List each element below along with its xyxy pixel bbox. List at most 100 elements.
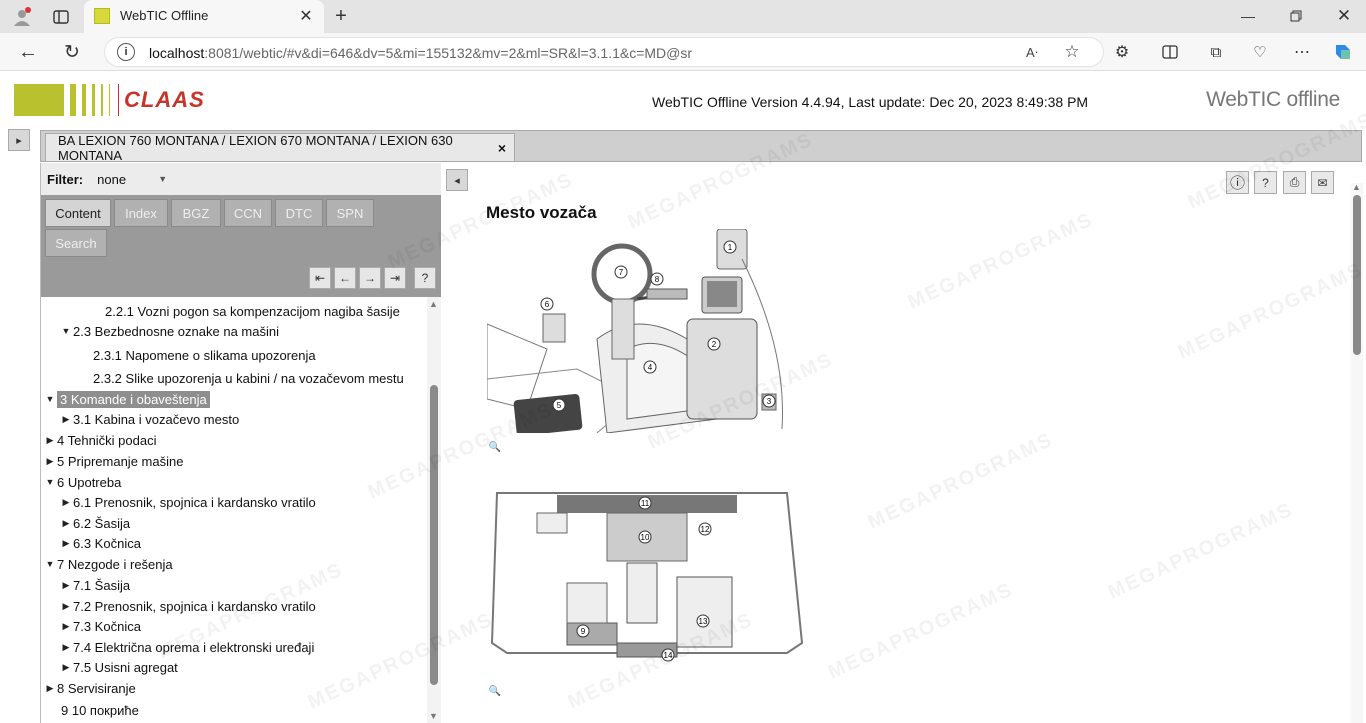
expander-icon[interactable]: ▶: [59, 662, 73, 673]
tree-item[interactable]: ▶ 6.1 Prenosnik, spojnica i kardansko vra…: [59, 492, 316, 512]
extensions-icon[interactable]: ⚙: [1110, 41, 1134, 63]
tree-scroll-thumb[interactable]: [430, 385, 438, 685]
tree-item[interactable]: ▶ 4 Tehnički podaci: [43, 430, 157, 450]
tree-item[interactable]: ▶ 6.3 Kočnica: [59, 533, 141, 553]
expander-icon[interactable]: ▶: [43, 435, 57, 446]
back-icon[interactable]: ←: [16, 41, 40, 63]
help-button[interactable]: ?: [414, 267, 436, 289]
document-tab[interactable]: BA LEXION 760 MONTANA / LEXION 670 MONTA…: [45, 133, 515, 163]
tree-item[interactable]: ▶ 7.5 Usisni agregat: [59, 657, 178, 677]
tab-index-label: Index: [125, 205, 157, 221]
tab-search[interactable]: Search: [45, 229, 107, 257]
tab-actions-icon[interactable]: [50, 6, 72, 28]
tree-scrollbar[interactable]: ▲ ▼: [427, 297, 441, 723]
tree-item[interactable]: ▶ 7.2 Prenosnik, spojnica i kardansko vra…: [59, 596, 316, 616]
expander-icon[interactable]: ▶: [59, 580, 73, 591]
tree-item[interactable]: ▼ 2.3 Bezbednosne oznake na mašini: [59, 321, 279, 341]
tree-item[interactable]: ▶ 6.2 Šasija: [59, 513, 131, 533]
tab-content[interactable]: Content: [45, 199, 111, 227]
minimize-icon[interactable]: —: [1236, 6, 1260, 26]
tree-item[interactable]: ▼ 6 Upotreba: [43, 472, 122, 492]
expander-icon[interactable]: ▼: [43, 477, 57, 487]
new-tab-icon[interactable]: +: [330, 4, 352, 28]
document-tab-close-icon[interactable]: ×: [498, 140, 506, 156]
content-scroll-thumb[interactable]: [1353, 195, 1361, 355]
tree-item-label: 2.3 Bezbednosne oznake na mašini: [73, 323, 279, 339]
tab-spn[interactable]: SPN: [326, 199, 374, 227]
tree-item[interactable]: 2.2.1 Vozni pogon sa kompenzacijom nagib…: [91, 301, 400, 321]
expander-icon[interactable]: ▼: [59, 326, 73, 336]
nav-tabs: Content Index BGZ CCN DTC SPN Search: [41, 195, 441, 257]
tree-item-label: 2.2.1 Vozni pogon sa kompenzacijom nagib…: [105, 303, 400, 319]
expander-icon[interactable]: ▶: [59, 538, 73, 549]
tree-item[interactable]: ▼ 7 Nezgode i rešenja: [43, 554, 173, 574]
expander-icon[interactable]: ▶: [59, 414, 73, 425]
url-input[interactable]: i localhost:8081/webtic/#v&di=646&dv=5&m…: [104, 37, 1104, 67]
tree-item[interactable]: ▶ 7.3 Kočnica: [59, 616, 141, 636]
info-icon[interactable]: i: [117, 43, 135, 61]
close-window-icon[interactable]: ✕: [1332, 5, 1356, 27]
tab-ccn[interactable]: CCN: [224, 199, 272, 227]
more-menu-icon[interactable]: ⋯: [1290, 41, 1314, 63]
callout-label: 6: [545, 300, 550, 309]
zoom-icon[interactable]: 🔍: [489, 441, 501, 453]
next-page-button[interactable]: →: [359, 267, 381, 289]
collections-icon[interactable]: ⧉: [1204, 41, 1228, 63]
help-button[interactable]: ?: [1254, 171, 1277, 194]
scroll-up-icon[interactable]: ▲: [1352, 182, 1361, 192]
tab-dtc[interactable]: DTC: [275, 199, 323, 227]
expander-icon[interactable]: ▼: [43, 559, 57, 569]
url-text: localhost:8081/webtic/#v&di=646&dv=5&mi=…: [149, 45, 692, 61]
scroll-up-icon[interactable]: ▲: [429, 299, 438, 309]
scroll-down-icon[interactable]: ▼: [429, 711, 438, 721]
expander-icon[interactable]: ▶: [43, 683, 57, 694]
tree-item-selected[interactable]: ▼ 3 Komande i obaveštenja: [43, 389, 210, 409]
copilot-icon[interactable]: [1330, 39, 1356, 65]
close-tab-icon[interactable]: ✕: [296, 6, 316, 26]
content-scrollbar[interactable]: ▲: [1351, 182, 1363, 723]
tree-item[interactable]: 2.3.1 Napomene o slikama upozorenja: [79, 345, 316, 365]
expander-icon[interactable]: ▶: [59, 601, 73, 612]
expander-icon[interactable]: ▶: [59, 621, 73, 632]
refresh-icon[interactable]: ↻: [60, 41, 84, 63]
tree-item[interactable]: ▶ 7.4 Električna oprema i elektronski ure…: [59, 637, 315, 657]
tab-bgz[interactable]: BGZ: [171, 199, 221, 227]
expander-icon[interactable]: ▶: [59, 518, 73, 529]
zoom-icon[interactable]: 🔍: [489, 685, 501, 697]
tree-item-label: 6.2 Šasija: [73, 515, 131, 531]
profile-icon[interactable]: [10, 6, 34, 28]
sidebar-toggle-button[interactable]: ▸: [8, 129, 30, 151]
browser-tab[interactable]: WebTIC Offline ✕: [84, 0, 324, 33]
tree-item[interactable]: 9 10 покриће: [47, 700, 139, 720]
split-screen-icon[interactable]: [1158, 41, 1182, 63]
previous-page-button[interactable]: ←: [334, 267, 356, 289]
tree-item[interactable]: ▶ 7.1 Šasija: [59, 575, 131, 595]
email-button[interactable]: ✉: [1311, 171, 1334, 194]
last-page-button[interactable]: ⇥: [384, 267, 406, 289]
callout-label: 10: [641, 533, 650, 542]
tab-index[interactable]: Index: [114, 199, 168, 227]
tree-item-label: 4 Tehnički podaci: [57, 432, 157, 448]
restore-icon[interactable]: [1284, 6, 1308, 26]
first-page-button[interactable]: ⇤: [309, 267, 331, 289]
tree-item[interactable]: ▶ 5 Pripremanje mašine: [43, 451, 184, 471]
tree-item[interactable]: 2.3.2 Slike upozorenja u kabini / na voz…: [79, 368, 404, 388]
tab-dtc-label: DTC: [285, 205, 313, 221]
tree-item[interactable]: ▶ 8 Servisiranje: [43, 678, 136, 698]
favorite-star-icon[interactable]: ☆: [1061, 42, 1083, 62]
expander-icon[interactable]: ▶: [59, 642, 73, 653]
expander-icon[interactable]: ▶: [43, 456, 57, 467]
callout-label: 14: [664, 651, 673, 660]
page-title: Mesto vozača: [486, 203, 597, 222]
tree-item-label: 7 Nezgode i rešenja: [57, 556, 173, 572]
expander-icon[interactable]: ▶: [59, 497, 73, 508]
info-button[interactable]: ⓘ: [1226, 171, 1249, 194]
filter-select[interactable]: none ▼: [97, 172, 167, 187]
expander-icon[interactable]: ▼: [43, 394, 57, 404]
tree-item[interactable]: ▶ 3.1 Kabina i vozačevo mesto: [59, 409, 240, 429]
nav-toolbar: ⇤ ← → ⇥ ?: [41, 257, 441, 297]
read-aloud-icon[interactable]: Aᐧ: [1021, 43, 1043, 63]
collapse-panel-button[interactable]: ◂: [446, 169, 468, 191]
print-button[interactable]: ⎙: [1283, 171, 1306, 194]
browser-essentials-icon[interactable]: ♡: [1248, 41, 1272, 63]
